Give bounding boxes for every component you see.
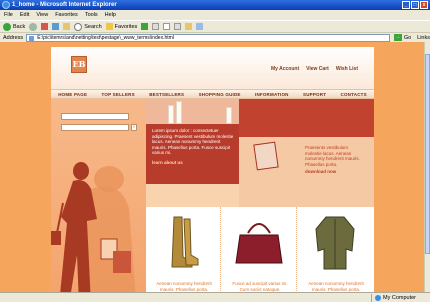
boots-product-image: [171, 216, 199, 268]
toolbar: Back Search Favorites: [0, 20, 430, 32]
menu-favorites[interactable]: Favorites: [55, 12, 78, 18]
site-header: EB My Account View Cart Wish List: [51, 47, 374, 89]
search-button[interactable]: Search: [74, 22, 102, 31]
nav-top-sellers[interactable]: TOP SELLERS: [102, 92, 135, 97]
my-account-link[interactable]: My Account: [271, 66, 299, 72]
handbag-product-image: [235, 223, 283, 264]
search-box: ›: [61, 111, 137, 143]
page-icon: [29, 35, 35, 41]
security-zone: My Computer: [370, 294, 416, 302]
products-row: Aenean nonummy hendrerit mauris. Phasell…: [146, 207, 374, 292]
product-caption: Aenean nonummy hendrerit mauris. Phasell…: [308, 281, 364, 292]
back-button[interactable]: Back: [3, 22, 26, 31]
messenger-icon[interactable]: [196, 23, 204, 30]
view-cart-link[interactable]: View Cart: [306, 66, 329, 72]
side-description: Praesents vestibulum molestie lacus. Aen…: [305, 145, 360, 167]
search-input[interactable]: [61, 113, 129, 120]
left-panel: ›: [51, 99, 146, 292]
print-icon[interactable]: [163, 23, 171, 30]
menu-edit[interactable]: Edit: [20, 12, 29, 18]
nav-support[interactable]: SUPPORT: [303, 92, 326, 97]
go-label: Go: [403, 34, 412, 41]
product-card[interactable]: Fusce ad suscipit varius mi. Cum sociis …: [222, 207, 297, 292]
search-label: Search: [84, 23, 102, 30]
search-go-button[interactable]: ›: [131, 124, 137, 131]
nav-shopping-guide[interactable]: SHOPPING GUIDE: [199, 92, 241, 97]
product-caption: Fusce ad suscipit varius mi. Cum sociis …: [232, 281, 288, 292]
minimize-button[interactable]: _: [402, 1, 410, 9]
nav-information[interactable]: INFORMATION: [255, 92, 289, 97]
my-computer-icon: [374, 295, 381, 301]
favorites-label: Favorites: [114, 23, 138, 30]
folder-icon[interactable]: [185, 23, 193, 30]
download-now-link[interactable]: download now: [305, 169, 336, 174]
go-arrow-icon: →: [393, 34, 402, 41]
menu-tools[interactable]: Tools: [85, 12, 98, 18]
maximize-button[interactable]: □: [411, 1, 419, 9]
download-panel: Praesents vestibulum molestie lacus. Aen…: [239, 137, 374, 207]
learn-about-us-link[interactable]: learn about us: [152, 160, 183, 165]
candles-banner: [146, 99, 239, 124]
star-icon: [105, 23, 113, 30]
site-logo[interactable]: EB: [71, 56, 87, 73]
top-links: My Account View Cart Wish List: [271, 66, 358, 72]
stop-icon[interactable]: [41, 23, 49, 30]
jacket-product-image: [315, 216, 355, 270]
shopping-woman-illustration: [51, 162, 136, 292]
forward-button[interactable]: [29, 22, 38, 31]
menu-file[interactable]: File: [4, 12, 13, 18]
hero-description: Lorem ipsum dolor : consectetuer adipisc…: [152, 128, 234, 155]
title-bar: 1_home - Microsoft Internet Explorer _ □…: [0, 0, 430, 10]
about-panel: Lorem ipsum dolor : consectetuer adipisc…: [146, 124, 239, 184]
refresh-icon[interactable]: [52, 23, 60, 30]
window-controls: _ □ x: [402, 1, 428, 9]
links-button[interactable]: Links: [417, 35, 430, 41]
close-button[interactable]: x: [420, 1, 428, 9]
mail-icon[interactable]: [152, 23, 160, 30]
search-icon: [74, 22, 83, 31]
menu-view[interactable]: View: [36, 12, 48, 18]
zone-label: My Computer: [382, 295, 416, 301]
menu-help[interactable]: Help: [105, 12, 116, 18]
feature-banner: [239, 99, 374, 137]
candle-decoration: [226, 107, 232, 124]
edit-icon[interactable]: [174, 23, 182, 30]
nav-home-page[interactable]: HOME PAGE: [58, 92, 87, 97]
product-caption: Aenean nonummy hendrerit mauris. Phasell…: [156, 281, 212, 292]
window-title: 1_home - Microsoft Internet Explorer: [12, 2, 117, 8]
vertical-scrollbar[interactable]: [424, 42, 430, 292]
address-bar: Address E:\pic\itemrs\and\netting\test\p…: [0, 32, 430, 42]
hero-area: › Lorem ipsum dolor : consectetuer adipi…: [51, 99, 374, 292]
wish-list-link[interactable]: Wish List: [336, 66, 358, 72]
favorites-button[interactable]: Favorites: [105, 23, 138, 30]
product-card[interactable]: Aenean nonummy hendrerit mauris. Phasell…: [298, 207, 373, 292]
nav-bestsellers[interactable]: BESTSELLERS: [149, 92, 184, 97]
scrollbar-thumb[interactable]: [425, 54, 430, 254]
media-icon[interactable]: [141, 23, 149, 30]
menu-bar: File Edit View Favorites Tools Help: [0, 10, 430, 20]
main-nav: HOME PAGE TOP SELLERS BESTSELLERS SHOPPI…: [51, 89, 374, 99]
candle-decoration: [168, 105, 174, 124]
address-label: Address: [3, 34, 24, 41]
page-viewport: EB My Account View Cart Wish List HOME P…: [0, 42, 424, 292]
candle-decoration: [176, 101, 182, 124]
nav-contacts[interactable]: CONTACTS: [341, 92, 367, 97]
site-container: EB My Account View Cart Wish List HOME P…: [51, 47, 374, 292]
status-bar: My Computer: [0, 292, 430, 302]
home-icon[interactable]: [63, 23, 71, 30]
catalog-card-image: [253, 141, 279, 171]
back-arrow-icon: [3, 22, 11, 31]
ie-logo-icon: [2, 1, 10, 9]
product-card[interactable]: Aenean nonummy hendrerit mauris. Phasell…: [146, 207, 221, 292]
go-button[interactable]: → Go: [393, 34, 412, 41]
address-input[interactable]: E:\pic\itemrs\and\netting\test\pestage\_…: [26, 33, 390, 42]
address-url: E:\pic\itemrs\and\netting\test\pestage\_…: [37, 34, 174, 41]
back-label: Back: [13, 23, 26, 30]
search-category-input[interactable]: [61, 124, 129, 131]
